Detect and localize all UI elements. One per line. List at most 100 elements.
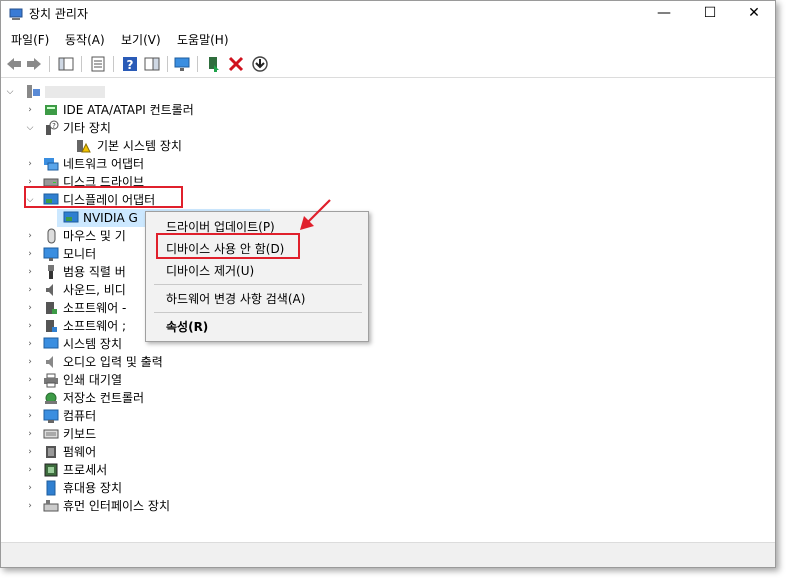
print-queue-icon [44,373,58,388]
tree-item-label: 휴대용 장치 [63,481,123,495]
uninstall-device-icon[interactable] [227,55,245,73]
audio-io-icon [46,356,53,368]
menu-item-scan-hardware[interactable]: 하드웨어 변경 사항 검색(A) [166,290,305,307]
tree-item-label: 저장소 컨트롤러 [63,391,145,405]
storage-controller-icon [45,392,57,404]
chevron-right-icon[interactable]: › [25,335,35,353]
toolbar: ? [1,51,775,78]
chevron-right-icon[interactable]: › [25,461,35,479]
chevron-right-icon[interactable]: › [25,227,35,245]
svg-text:?: ? [52,122,56,130]
back-arrow-icon[interactable] [5,55,23,73]
chevron-right-icon[interactable]: › [25,389,35,407]
menu-bar: 파일(F) 동작(A) 보기(V) 도움말(H) [1,29,775,49]
software-component-icon [46,302,57,314]
tree-item-label: 소프트웨어 ; [63,319,127,333]
tree-item-label: 인쇄 대기열 [63,373,123,387]
chevron-right-icon[interactable]: › [25,245,35,263]
tree-item-label: 키보드 [63,427,97,441]
highlight-box-display-adapter [24,186,183,208]
chevron-right-icon[interactable]: › [25,299,35,317]
action-pane-icon[interactable] [143,55,161,73]
computer-root-icon [27,85,40,98]
hid-icon [43,500,59,512]
device-tree: ⌵ › IDE ATA/ATAPI 컨트롤러 ⌵ ? 기타 장치 기본 시스템 … [1,79,775,541]
window-title: 장치 관리자 [29,7,89,21]
properties-icon[interactable] [89,55,107,73]
mouse-icon [47,228,56,244]
sound-icon [46,284,53,296]
chevron-down-icon[interactable]: ⌵ [25,119,35,137]
menu-file[interactable]: 파일(F) [11,31,49,48]
software-device-icon [46,320,57,332]
device-manager-app-icon [9,8,23,20]
tree-item-label: 네트워크 어댑터 [63,157,145,171]
menu-action[interactable]: 동작(A) [65,31,105,48]
update-driver-icon[interactable] [205,55,223,73]
toolbar-separator [167,56,168,72]
tree-item-label: 컴퓨터 [63,409,97,423]
tree-item-label: 오디오 입력 및 출력 [63,355,163,369]
tree-item-label: 프로세서 [63,463,108,477]
toolbar-separator [49,56,50,72]
tree-item-label: 시스템 장치 [63,337,123,351]
tree-item-label: NVIDIA G [83,211,138,225]
chevron-right-icon[interactable]: › [25,353,35,371]
device-manager-window: 장치 관리자 — ☐ ✕ 파일(F) 동작(A) 보기(V) 도움말(H) ? … [0,0,776,568]
chevron-right-icon[interactable]: › [25,497,35,515]
title-bar: 장치 관리자 — ☐ ✕ [1,1,775,27]
processor-icon [44,463,58,477]
forward-arrow-icon[interactable] [25,55,43,73]
chevron-right-icon[interactable]: › [25,281,35,299]
chevron-right-icon[interactable]: › [25,371,35,389]
download-icon[interactable] [251,55,269,73]
help-icon[interactable]: ? [121,55,139,73]
ide-controller-icon [45,105,57,115]
minimize-button[interactable]: — [641,1,687,27]
chevron-right-icon[interactable]: › [25,443,35,461]
chevron-right-icon[interactable]: › [25,317,35,335]
menu-separator [154,312,362,313]
system-device-icon [43,337,59,349]
chevron-right-icon[interactable]: › [25,155,35,173]
other-devices-icon: ? [46,120,59,135]
keyboard-icon [43,429,59,439]
chevron-right-icon[interactable]: › [25,101,35,119]
maximize-button[interactable]: ☐ [687,1,733,27]
scan-hardware-icon[interactable] [173,55,191,73]
network-adapter-icon [44,158,59,171]
menu-view[interactable]: 보기(V) [121,31,161,48]
tree-item-label: 마우스 및 기 [63,229,126,243]
gpu-device-icon [63,211,79,223]
warning-device-icon [77,140,91,153]
tree-item-label: 펌웨어 [63,445,97,459]
portable-device-icon [46,480,56,496]
svg-text:?: ? [127,58,134,72]
computer-icon [43,409,59,423]
chevron-right-icon[interactable]: › [25,407,35,425]
chevron-down-icon[interactable]: ⌵ [5,83,15,101]
highlight-box-disable-device [156,233,300,259]
close-button[interactable]: ✕ [731,1,777,27]
tree-item-label: 기타 장치 [63,121,111,135]
menu-help[interactable]: 도움말(H) [177,31,229,48]
chevron-right-icon[interactable]: › [25,425,35,443]
annotation-arrow-icon [300,199,331,230]
chevron-right-icon[interactable]: › [25,479,35,497]
tree-item-label: 휴먼 인터페이스 장치 [63,499,170,513]
chevron-right-icon[interactable]: › [25,263,35,281]
status-bar [1,542,775,567]
toolbar-separator [113,56,114,72]
show-hide-console-tree-icon[interactable] [57,55,75,73]
usb-icon [48,265,54,279]
menu-item-uninstall-device[interactable]: 디바이스 제거(U) [166,262,254,279]
monitor-icon [43,247,59,261]
menu-separator [154,284,362,285]
tree-item-label: 기본 시스템 장치 [97,139,182,153]
menu-item-properties[interactable]: 속성(R) [166,318,208,335]
tree-item-label: 소프트웨어 - [63,301,127,315]
toolbar-separator [197,56,198,72]
computer-name-redacted [45,86,105,98]
toolbar-separator [81,56,82,72]
tree-item-label: 범용 직렬 버 [63,265,126,279]
